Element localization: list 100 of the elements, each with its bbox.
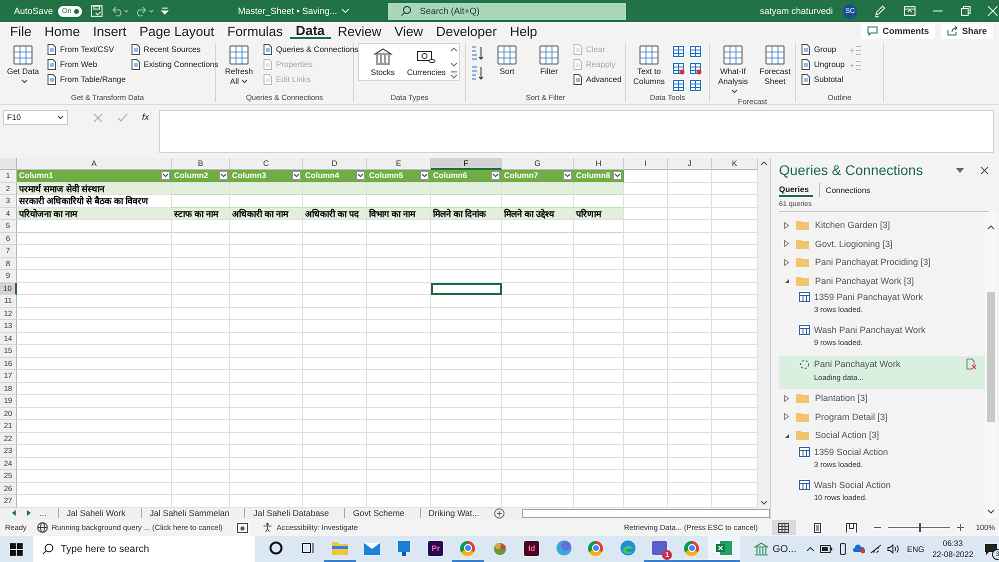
column-header[interactable]: H [574,158,624,170]
taskbar-app[interactable]: Pr [420,536,452,562]
empty-cell[interactable] [303,320,367,332]
query-group[interactable]: Social Action [3] [779,426,985,444]
sheet-tab[interactable]: Jal Saheli Sammelan [140,508,238,518]
volume-icon[interactable] [887,544,900,554]
column-header[interactable]: B [172,158,230,170]
add-sheet-icon[interactable] [494,508,505,519]
empty-cell[interactable] [431,345,502,358]
empty-cell[interactable] [574,232,624,245]
empty-cell[interactable] [502,395,574,408]
empty-cell[interactable] [574,345,624,358]
empty-cell[interactable] [624,282,668,295]
show-hidden-icons-icon[interactable] [806,546,816,552]
empty-cell[interactable] [303,420,367,432]
empty-cell[interactable] [367,295,431,308]
ribbon-button[interactable]: Forecast Sheet [756,43,794,87]
empty-cell[interactable] [367,220,431,232]
header-button[interactable]: Share [940,24,993,38]
empty-cell[interactable] [668,332,712,345]
empty-cell[interactable] [624,445,668,458]
empty-cell[interactable] [303,358,367,370]
ribbon-tab[interactable]: Review [332,23,388,39]
empty-cell[interactable] [303,308,367,320]
empty-cell[interactable] [574,370,624,382]
column-header[interactable]: D [303,158,367,170]
empty-cell[interactable] [172,445,230,458]
empty-cell[interactable] [303,458,367,470]
empty-cell[interactable] [172,382,230,395]
cancel-load-icon[interactable] [965,358,977,370]
ribbon-button[interactable]: Group [800,43,845,55]
sheet-tab[interactable]: Jal Saheli Database [244,508,338,518]
empty-cell[interactable] [668,232,712,245]
macro-recording-icon[interactable] [236,522,248,532]
empty-cell[interactable] [367,282,431,295]
sort-ascending-icon[interactable] [470,45,484,61]
filter-dropdown-button[interactable] [613,171,622,180]
empty-cell[interactable] [502,245,574,258]
empty-cell[interactable] [303,295,367,308]
select-all-corner[interactable] [0,158,17,170]
empty-cell[interactable] [230,308,303,320]
empty-cell[interactable] [303,345,367,358]
language-indicator[interactable]: ENG [907,544,924,554]
empty-cell[interactable] [230,482,303,495]
empty-cell[interactable] [172,320,230,332]
empty-cell[interactable] [574,270,624,282]
empty-cell[interactable] [367,308,431,320]
empty-cell[interactable] [367,395,431,408]
empty-cell[interactable] [624,308,668,320]
expanded-icon[interactable] [783,432,790,439]
empty-cell[interactable] [668,182,712,195]
empty-cell[interactable] [431,258,502,270]
table-tool-icon[interactable] [689,45,702,58]
empty-cell[interactable] [431,482,502,495]
ribbon-button[interactable]: From Text/CSV [46,43,126,55]
ribbon-button[interactable]: Filter [530,43,568,77]
empty-cell[interactable] [230,470,303,482]
ribbon-tab[interactable]: Formulas [221,23,289,39]
customize-caret-icon[interactable] [160,6,170,16]
panel-scrollbar[interactable] [985,212,997,519]
empty-cell[interactable] [624,245,668,258]
empty-cell[interactable] [431,320,502,332]
empty-cell[interactable] [574,382,624,395]
globe-icon[interactable] [36,522,48,533]
filter-dropdown-button[interactable] [356,171,365,180]
empty-cell[interactable] [230,445,303,458]
ribbon-button[interactable]: Get Data [4,43,42,87]
ribbon-tab[interactable]: Data [290,23,331,39]
empty-cell[interactable] [502,445,574,458]
empty-cell[interactable] [624,345,668,358]
empty-cell[interactable] [624,358,668,370]
empty-cell[interactable] [624,395,668,408]
empty-cell[interactable] [624,332,668,345]
formula-input[interactable] [159,110,994,153]
empty-cell[interactable] [230,458,303,470]
ribbon-button[interactable]: Ungroup [800,58,845,70]
taskbar-app[interactable]: Id [516,536,548,562]
empty-cell[interactable] [502,482,574,495]
ribbon-tab[interactable]: View [388,23,430,39]
empty-cell[interactable] [230,295,303,308]
empty-cell[interactable] [431,445,502,458]
bank-icon[interactable] [754,542,768,556]
empty-cell[interactable] [367,245,431,258]
empty-cell[interactable] [172,220,230,232]
tray-app-label[interactable]: GO... [772,544,796,554]
empty-cell[interactable] [303,245,367,258]
zoom-in-icon[interactable] [956,524,964,531]
ribbon-button[interactable]: From Table/Range [46,73,126,85]
ribbon-button[interactable]: Advanced [572,73,622,85]
search-field[interactable]: Search (Alt+Q) [388,2,626,20]
empty-cell[interactable] [431,270,502,282]
clock[interactable]: 06:33 22-08-2022 [932,538,974,560]
empty-cell[interactable] [502,408,574,420]
filter-dropdown-button[interactable] [420,171,429,180]
empty-cell[interactable] [230,258,303,270]
empty-cell[interactable] [502,382,574,395]
ribbon-button[interactable]: Existing Connections [130,58,218,70]
empty-cell[interactable] [303,220,367,232]
scroll-up-icon[interactable] [760,160,768,166]
empty-cell[interactable] [668,170,712,182]
